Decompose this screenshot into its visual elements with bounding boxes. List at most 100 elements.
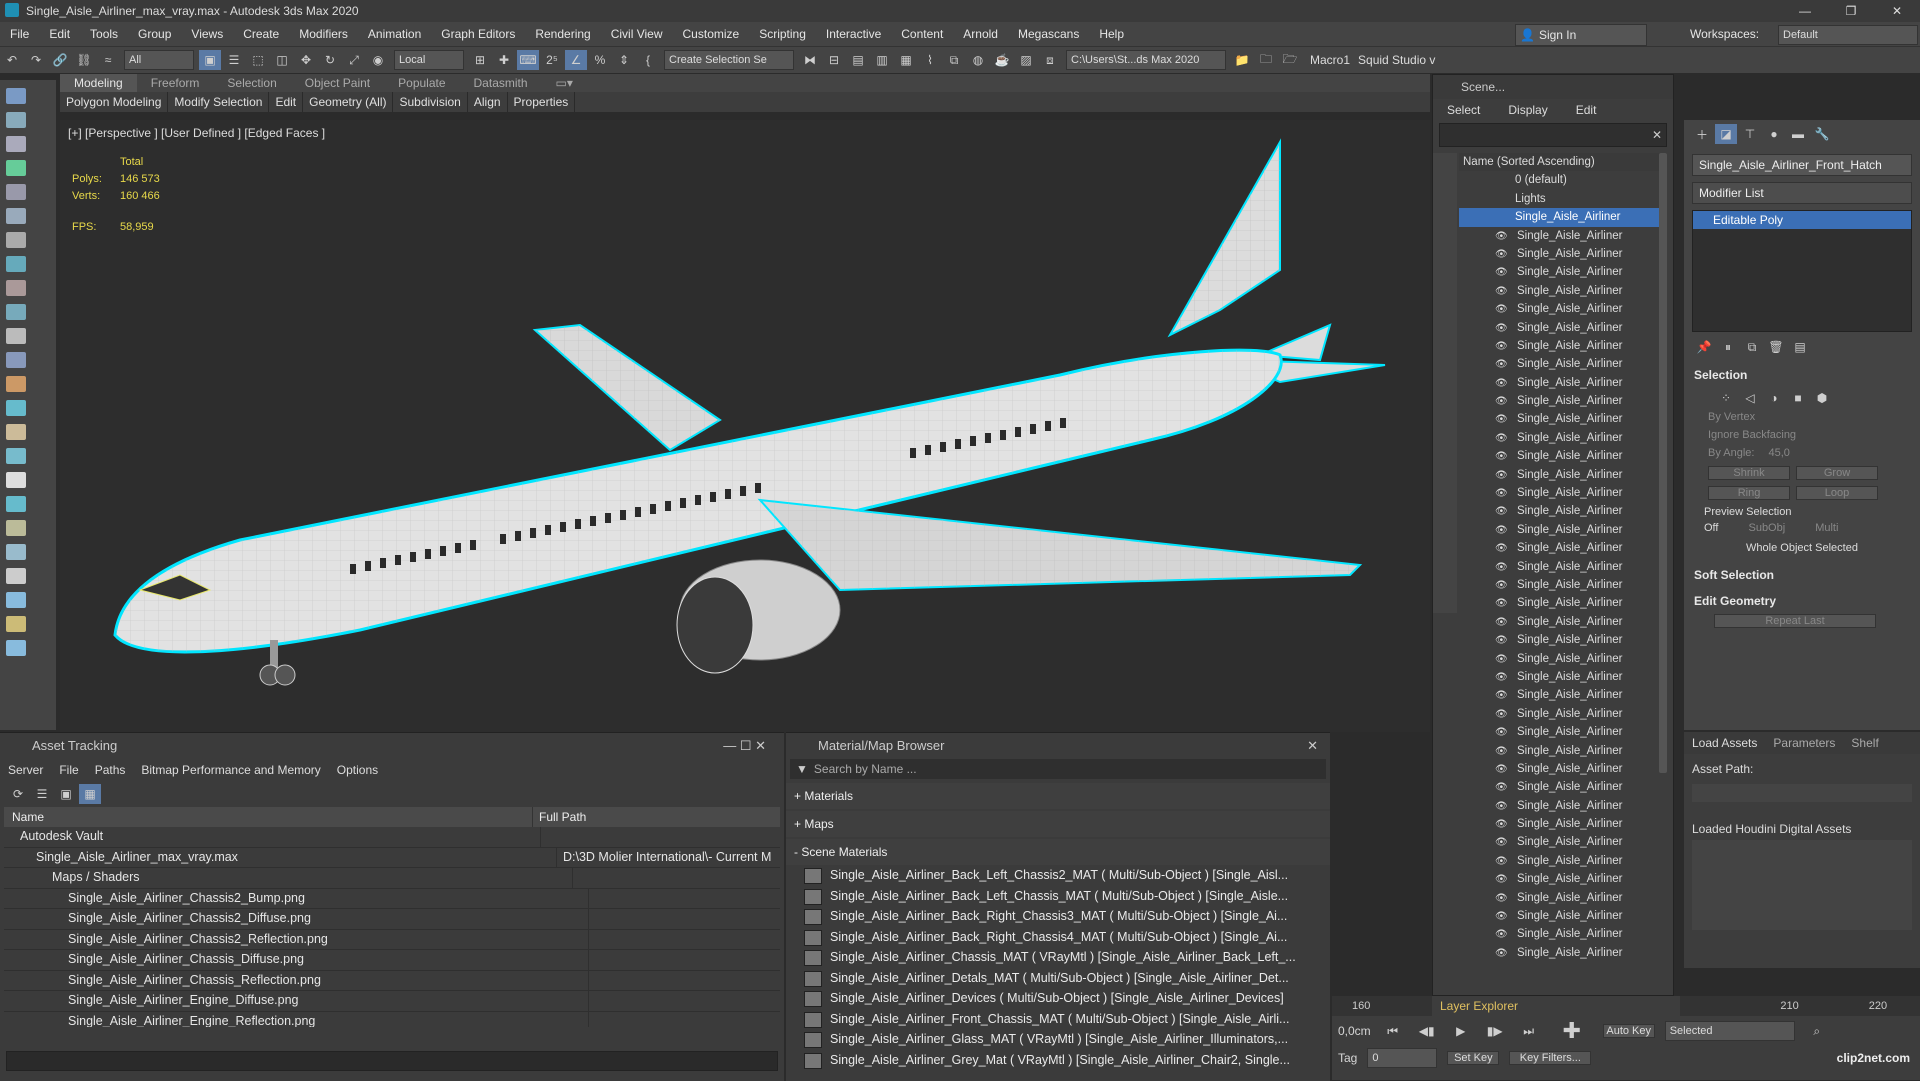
key-filters-button[interactable]: Key Filters... <box>1509 1051 1592 1065</box>
scene-object-item[interactable]: 👁 Single_Aisle_Airliner <box>1459 355 1667 373</box>
visibility-eye-icon[interactable]: 👁 <box>1495 908 1509 925</box>
soft-selection-rollout[interactable]: Soft Selection <box>1684 562 1920 588</box>
loop-button[interactable]: Loop <box>1796 486 1878 500</box>
asset-row[interactable]: Single_Aisle_Airliner_Chassis_Diffuse.pn… <box>4 950 780 971</box>
shrink-button[interactable]: Shrink <box>1708 466 1790 480</box>
asset-tracking-close-icon[interactable]: — ☐ ✕ <box>723 733 784 759</box>
show-end-result-icon[interactable]: ⏸ <box>1717 337 1739 357</box>
rotate-icon[interactable]: ↻ <box>319 50 341 70</box>
visibility-eye-icon[interactable]: 👁 <box>1495 834 1509 851</box>
scene-object-item[interactable]: 👁 Single_Aisle_Airliner <box>1459 852 1667 870</box>
modify-icon[interactable] <box>6 256 26 272</box>
prev-frame-icon[interactable]: ◀▮ <box>1416 1021 1438 1041</box>
sign-in-dropdown[interactable]: 👤 Sign In <box>1515 24 1647 46</box>
asset-path-field[interactable] <box>1692 784 1912 802</box>
repeat-last-button[interactable]: Repeat Last <box>1714 614 1876 628</box>
material-row[interactable]: Single_Aisle_Airliner_Grey_Mat ( VRayMtl… <box>786 1050 1330 1071</box>
scene-explorer-icon[interactable]: ▤ <box>847 50 869 70</box>
scene-object-item[interactable]: 👁 Single_Aisle_Airliner <box>1459 282 1667 300</box>
asset-row[interactable]: Single_Aisle_Airliner_Chassis2_Bump.png <box>4 888 780 909</box>
scene-object-item[interactable]: 👁 Single_Aisle_Airliner <box>1459 484 1667 502</box>
material-browser-close-icon[interactable]: ✕ <box>1307 733 1330 759</box>
scene-object-item[interactable]: 👁 Single_Aisle_Airliner <box>1459 447 1667 465</box>
visibility-eye-icon[interactable]: 👁 <box>1495 816 1509 833</box>
menu-content[interactable]: Content <box>891 22 953 46</box>
scene-object-item[interactable]: 👁 Single_Aisle_Airliner <box>1459 613 1667 631</box>
scene-object-item[interactable]: 👁 Single_Aisle_Airliner <box>1459 319 1667 337</box>
visibility-eye-icon[interactable]: 👁 <box>1495 522 1509 539</box>
visibility-eye-icon[interactable]: 👁 <box>1495 540 1509 557</box>
by-angle-checkbox[interactable]: By Angle: <box>1708 447 1754 459</box>
scene-object-item[interactable]: 👁 Single_Aisle_Airliner <box>1459 429 1667 447</box>
torus-icon[interactable] <box>6 472 26 488</box>
material-row[interactable]: Single_Aisle_Airliner_Devices ( Multi/Su… <box>786 988 1330 1009</box>
by-vertex-checkbox[interactable]: By Vertex <box>1684 408 1920 426</box>
visibility-eye-icon[interactable]: 👁 <box>1495 301 1509 318</box>
select-manipulate-icon[interactable]: ✚ <box>493 50 515 70</box>
visibility-eye-icon[interactable]: 👁 <box>1495 632 1509 649</box>
subtab-polygon-modeling[interactable]: Polygon Modeling <box>60 92 169 112</box>
select-by-name-icon[interactable]: ☰ <box>223 50 245 70</box>
asset-status-field[interactable] <box>6 1051 778 1071</box>
column-name[interactable]: Name <box>4 807 533 827</box>
modify-tab-icon[interactable]: ◪ <box>1715 124 1737 144</box>
edge-icon[interactable]: ◁ <box>1739 388 1761 408</box>
scene-object-item[interactable]: 👁 Single_Aisle_Airliner <box>1459 925 1667 943</box>
menu-views[interactable]: Views <box>181 22 233 46</box>
visibility-eye-icon[interactable]: 👁 <box>1495 264 1509 281</box>
tab-parameters[interactable]: Parameters <box>1765 736 1843 750</box>
visibility-eye-icon[interactable]: 👁 <box>1495 761 1509 778</box>
macro-label[interactable]: Macro1 <box>1310 53 1350 67</box>
scene-object-item[interactable]: 👁 Single_Aisle_Airliner <box>1459 374 1667 392</box>
frame-field[interactable]: 0 <box>1367 1048 1438 1068</box>
motion-icon[interactable] <box>6 304 26 320</box>
visibility-eye-icon[interactable]: 👁 <box>1495 853 1509 870</box>
scene-object-item[interactable]: 👁 Single_Aisle_Airliner <box>1459 668 1667 686</box>
align-icon[interactable]: ⊟ <box>823 50 845 70</box>
material-row[interactable]: Single_Aisle_Airliner_Back_Left_Chassis2… <box>786 865 1330 886</box>
undo-icon[interactable]: ↶ <box>1 50 23 70</box>
box-icon[interactable] <box>6 448 26 464</box>
ignore-backfacing-checkbox[interactable]: Ignore Backfacing <box>1684 426 1920 444</box>
loaded-assets-list[interactable] <box>1692 840 1912 930</box>
asset-row[interactable]: Single_Aisle_Airliner_Chassis_Reflection… <box>4 970 780 991</box>
scene-object-item[interactable]: 👁 Single_Aisle_Airliner <box>1459 594 1667 612</box>
create-geometry-icon[interactable] <box>6 88 26 104</box>
scene-object-item[interactable]: 👁 Single_Aisle_Airliner <box>1459 944 1667 962</box>
visibility-eye-icon[interactable]: 👁 <box>1495 614 1509 631</box>
visibility-eye-icon[interactable]: 👁 <box>1495 375 1509 392</box>
visibility-eye-icon[interactable]: 👁 <box>1495 706 1509 723</box>
render-icon[interactable]: ⧈ <box>1039 50 1061 70</box>
subtab-geometry-all[interactable]: Geometry (All) <box>303 92 394 112</box>
group-scene-materials[interactable]: - Scene Materials <box>786 839 1330 865</box>
create-shapes-icon[interactable] <box>6 112 26 128</box>
material-row[interactable]: Single_Aisle_Airliner_Back_Right_Chassis… <box>786 906 1330 927</box>
pyramid-icon[interactable] <box>6 544 26 560</box>
sphere-icon[interactable] <box>6 400 26 416</box>
ribbon-options-icon[interactable]: ▭▾ <box>542 74 587 92</box>
asset-menu-paths[interactable]: Paths <box>87 759 134 781</box>
subtab-modify-selection[interactable]: Modify Selection <box>168 92 270 112</box>
visibility-eye-icon[interactable]: 👁 <box>1495 651 1509 668</box>
placement-icon[interactable]: ◉ <box>367 50 389 70</box>
selection-filter-dropdown[interactable]: All <box>124 50 194 70</box>
create-tab-icon[interactable]: ＋ <box>1691 124 1713 144</box>
play-icon[interactable]: ▶ <box>1450 1021 1472 1041</box>
scene-object-item[interactable]: 👁 Single_Aisle_Airliner <box>1459 705 1667 723</box>
visibility-eye-icon[interactable]: 👁 <box>1495 283 1509 300</box>
layer-airliner[interactable]: Single_Aisle_Airliner <box>1459 208 1667 227</box>
material-row[interactable]: Single_Aisle_Airliner_Detals_MAT ( Multi… <box>786 968 1330 989</box>
subtab-edit[interactable]: Edit <box>269 92 304 112</box>
remove-modifier-icon[interactable]: 🗑 <box>1765 337 1787 357</box>
project-path-dropdown[interactable]: C:\Users\St...ds Max 2020 <box>1066 50 1226 70</box>
systems-icon[interactable] <box>6 232 26 248</box>
scene-object-item[interactable]: 👁 Single_Aisle_Airliner <box>1459 889 1667 907</box>
tab-freeform[interactable]: Freeform <box>137 74 214 92</box>
visibility-eye-icon[interactable]: 👁 <box>1495 485 1509 502</box>
scene-object-item[interactable]: 👁 Single_Aisle_Airliner <box>1459 466 1667 484</box>
scene-object-item[interactable]: 👁 Single_Aisle_Airliner <box>1459 576 1667 594</box>
menu-customize[interactable]: Customize <box>673 22 750 46</box>
airliner-model[interactable] <box>60 120 1430 732</box>
make-unique-icon[interactable]: ⧉ <box>1741 337 1763 357</box>
menu-arnold[interactable]: Arnold <box>953 22 1008 46</box>
